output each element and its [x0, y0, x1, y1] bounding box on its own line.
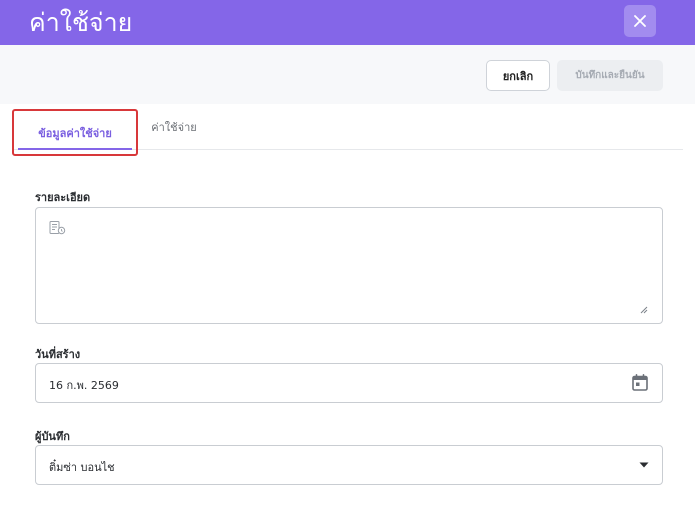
recorder-label: ผู้บันทึก: [35, 430, 70, 443]
dialog-header: ค่าใช้จ่าย: [0, 0, 695, 45]
created-date-value: 16 ก.พ. 2569: [49, 379, 119, 392]
dialog-title: ค่าใช้จ่าย: [29, 8, 133, 37]
resize-grip-icon[interactable]: [640, 306, 648, 314]
details-label: รายละเอียด: [35, 191, 91, 204]
tab-label: ข้อมูลค่าใช้จ่าย: [38, 126, 112, 140]
details-textarea[interactable]: [35, 207, 663, 324]
close-icon: [634, 15, 646, 27]
close-button[interactable]: [624, 5, 656, 37]
created-date-label: วันที่สร้าง: [35, 348, 81, 361]
note-icon: [49, 221, 66, 235]
tab-expenses[interactable]: ค่าใช้จ่าย: [144, 104, 204, 150]
recorder-value: ติ๋มซ่า บอนไช: [49, 461, 115, 474]
tab-bar: ข้อมูลค่าใช้จ่าย ค่าใช้จ่าย: [12, 104, 683, 156]
created-date-input[interactable]: 16 ก.พ. 2569: [35, 363, 663, 403]
save-confirm-button[interactable]: บันทึกและยืนยัน: [557, 60, 663, 91]
tab-label: ค่าใช้จ่าย: [151, 121, 197, 134]
cancel-button[interactable]: ยกเลิก: [486, 60, 550, 91]
action-toolbar: ยกเลิก บันทึกและยืนยัน: [0, 45, 695, 104]
recorder-select[interactable]: ติ๋มซ่า บอนไช: [35, 445, 663, 485]
active-tab-indicator: [18, 148, 132, 150]
tab-expense-info[interactable]: ข้อมูลค่าใช้จ่าย: [12, 109, 138, 156]
calendar-icon[interactable]: [632, 374, 648, 391]
caret-down-icon[interactable]: [639, 462, 649, 468]
